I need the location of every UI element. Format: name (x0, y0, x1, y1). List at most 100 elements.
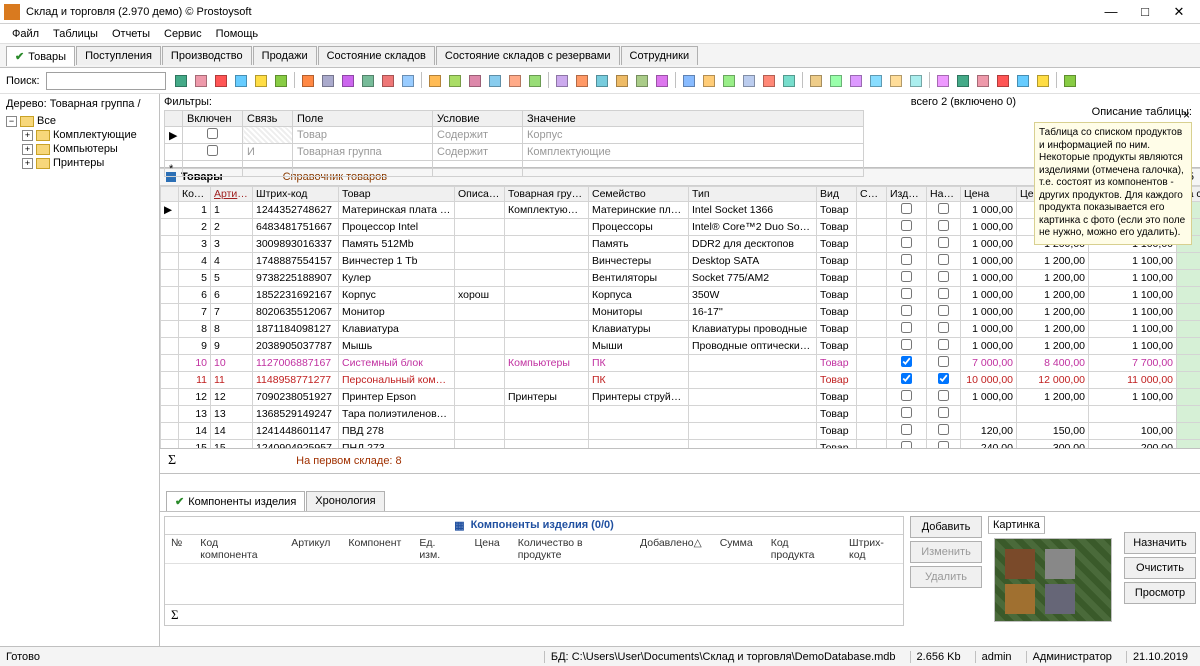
toolbar-icon[interactable] (867, 72, 885, 90)
toolbar-icon[interactable] (740, 72, 758, 90)
filters-table[interactable]: Включен Связь Поле Условие Значение ▶Тов… (164, 110, 864, 177)
maximize-button[interactable]: □ (1128, 1, 1162, 23)
product-checkbox[interactable] (901, 237, 912, 248)
set-checkbox[interactable] (938, 441, 949, 448)
product-checkbox[interactable] (901, 407, 912, 418)
toolbar-icon[interactable] (1061, 72, 1079, 90)
set-checkbox[interactable] (938, 305, 949, 316)
product-checkbox[interactable] (901, 356, 912, 367)
tab-sales[interactable]: Продажи (253, 46, 317, 65)
view-button[interactable]: Просмотр (1124, 582, 1196, 604)
toolbar-icon[interactable] (212, 72, 230, 90)
menu-tables[interactable]: Таблицы (47, 26, 104, 42)
table-row[interactable]: 441748887554157Винчестер 1 TbВинчестерыD… (161, 253, 1200, 270)
tree-item[interactable]: +Принтеры (20, 156, 155, 170)
toolbar-icon[interactable] (486, 72, 504, 90)
toolbar-icon[interactable] (526, 72, 544, 90)
set-checkbox[interactable] (938, 237, 949, 248)
toolbar-icon[interactable] (807, 72, 825, 90)
tab-stock-reserve[interactable]: Состояние складов с резервами (436, 46, 620, 65)
tree-item[interactable]: +Комплектующие (20, 128, 155, 142)
menu-file[interactable]: Файл (6, 26, 45, 42)
product-image[interactable] (994, 538, 1112, 622)
set-checkbox[interactable] (938, 390, 949, 401)
toolbar-icon[interactable] (700, 72, 718, 90)
set-checkbox[interactable] (938, 322, 949, 333)
product-checkbox[interactable] (901, 203, 912, 214)
toolbar-icon[interactable] (446, 72, 464, 90)
minimize-button[interactable]: — (1094, 1, 1128, 23)
toolbar-icon[interactable] (272, 72, 290, 90)
toolbar-icon[interactable] (720, 72, 738, 90)
desc-close-icon[interactable]: × (1183, 108, 1190, 122)
product-checkbox[interactable] (901, 339, 912, 350)
toolbar-icon[interactable] (780, 72, 798, 90)
toolbar-icon[interactable] (466, 72, 484, 90)
tab-chronology[interactable]: Хронология (306, 491, 384, 511)
picture-title[interactable]: Картинка (988, 516, 1045, 534)
toolbar-icon[interactable] (613, 72, 631, 90)
toolbar-icon[interactable] (573, 72, 591, 90)
toolbar-icon[interactable] (974, 72, 992, 90)
set-checkbox[interactable] (938, 339, 949, 350)
add-button[interactable]: Добавить (910, 516, 982, 538)
expand-icon[interactable]: + (22, 144, 33, 155)
toolbar-icon[interactable] (760, 72, 778, 90)
product-checkbox[interactable] (901, 424, 912, 435)
product-checkbox[interactable] (901, 220, 912, 231)
filter-enabled-checkbox[interactable] (207, 128, 218, 139)
set-checkbox[interactable] (938, 271, 949, 282)
toolbar-icon[interactable] (339, 72, 357, 90)
product-checkbox[interactable] (901, 373, 912, 384)
toolbar-icon[interactable] (299, 72, 317, 90)
menu-service[interactable]: Сервис (158, 26, 208, 42)
toolbar-icon[interactable] (994, 72, 1012, 90)
table-row[interactable]: 881871184098127КлавиатураКлавиатурыКлави… (161, 321, 1200, 338)
search-input[interactable] (46, 72, 166, 90)
menu-help[interactable]: Помощь (210, 26, 265, 42)
set-checkbox[interactable] (938, 254, 949, 265)
toolbar-icon[interactable] (954, 72, 972, 90)
filter-enabled-checkbox[interactable] (207, 145, 218, 156)
toolbar-icon[interactable] (847, 72, 865, 90)
expand-icon[interactable]: + (22, 130, 33, 141)
toolbar-icon[interactable] (192, 72, 210, 90)
assign-button[interactable]: Назначить (1124, 532, 1196, 554)
edit-button[interactable]: Изменить (910, 541, 982, 563)
set-checkbox[interactable] (938, 203, 949, 214)
tab-goods[interactable]: ✔Товары (6, 46, 75, 66)
set-checkbox[interactable] (938, 220, 949, 231)
toolbar-icon[interactable] (1014, 72, 1032, 90)
tab-production[interactable]: Производство (162, 46, 252, 65)
product-checkbox[interactable] (901, 271, 912, 282)
toolbar-icon[interactable] (653, 72, 671, 90)
toolbar-icon[interactable] (1034, 72, 1052, 90)
table-row[interactable]: 14141241448601147ПВД 278Товар120,00150,0… (161, 423, 1200, 440)
toolbar-icon[interactable] (934, 72, 952, 90)
tab-components[interactable]: ✔Компоненты изделия (166, 491, 305, 511)
tree-item[interactable]: +Компьютеры (20, 142, 155, 156)
toolbar-icon[interactable] (887, 72, 905, 90)
toolbar-icon[interactable] (359, 72, 377, 90)
tab-receipts[interactable]: Поступления (76, 46, 161, 65)
toolbar-icon[interactable] (399, 72, 417, 90)
table-row[interactable]: 11111148958771277Персональный компьютерП… (161, 372, 1200, 389)
set-checkbox[interactable] (938, 373, 949, 384)
product-checkbox[interactable] (901, 254, 912, 265)
tree-root[interactable]: − Все (4, 114, 155, 128)
toolbar-icon[interactable] (553, 72, 571, 90)
table-row[interactable]: 10101127006887167Системный блокКомпьютер… (161, 355, 1200, 372)
set-checkbox[interactable] (938, 288, 949, 299)
toolbar-icon[interactable] (506, 72, 524, 90)
set-checkbox[interactable] (938, 424, 949, 435)
product-checkbox[interactable] (901, 390, 912, 401)
product-checkbox[interactable] (901, 441, 912, 448)
toolbar-icon[interactable] (379, 72, 397, 90)
toolbar-icon[interactable] (907, 72, 925, 90)
table-row[interactable]: 13131368529149247Тара полиэтиленовая №3Т… (161, 406, 1200, 423)
table-row[interactable]: 992038905037787МышьМышиПроводные оптичес… (161, 338, 1200, 355)
toolbar-icon[interactable] (232, 72, 250, 90)
toolbar-icon[interactable] (593, 72, 611, 90)
table-row[interactable]: 559738225188907КулерВентиляторыSocket 77… (161, 270, 1200, 287)
table-row[interactable]: 12127090238051927Принтер EpsonПринтерыПр… (161, 389, 1200, 406)
